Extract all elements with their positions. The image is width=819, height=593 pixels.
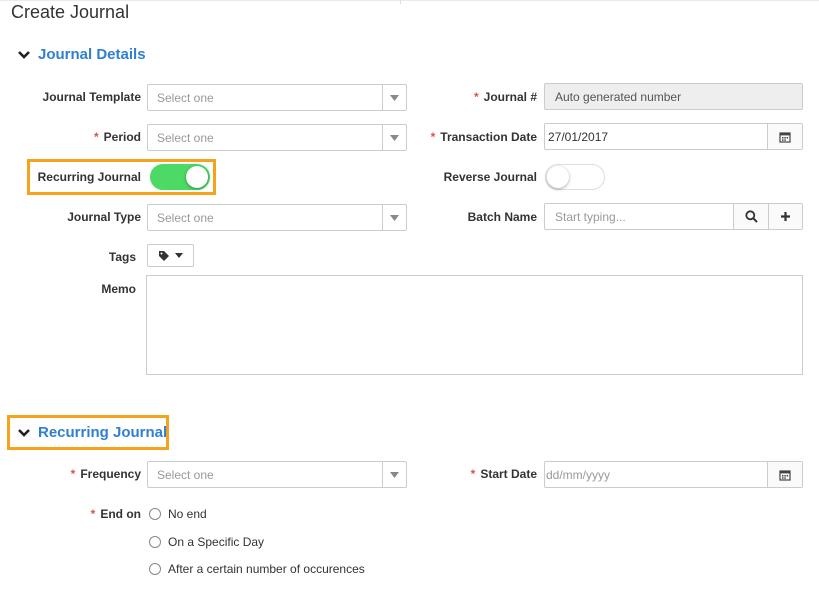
batch-name-label: Batch Name: [467, 210, 537, 224]
section-recurring-journal[interactable]: Recurring Journal: [17, 424, 167, 441]
radio-label: No end: [168, 507, 207, 521]
caret-down-icon: [175, 253, 183, 258]
journal-number-label: * Journal #: [420, 90, 537, 104]
memo-label: Memo: [101, 282, 136, 296]
radio-label: On a Specific Day: [168, 535, 265, 549]
chevron-down-icon: [18, 50, 30, 59]
tags-dropdown-button[interactable]: [147, 244, 194, 267]
end-on-label-text: End on: [100, 507, 141, 521]
radio-label: After a certain number of occurences: [168, 562, 365, 576]
recurring-journal-label: Recurring Journal: [37, 170, 141, 184]
recurring-journal-toggle[interactable]: [150, 164, 210, 190]
required-marker: *: [470, 467, 476, 481]
select-placeholder: Select one: [157, 130, 214, 145]
journal-number-field: Auto generated number: [544, 83, 803, 110]
end-on-label: * End on: [20, 507, 141, 521]
required-marker: *: [430, 130, 436, 144]
required-marker: *: [90, 507, 96, 521]
top-border: [0, 0, 819, 1]
required-marker: *: [70, 467, 76, 481]
reverse-journal-toggle[interactable]: [545, 164, 605, 190]
frequency-select[interactable]: Select one: [147, 461, 407, 488]
select-placeholder: Select one: [157, 467, 214, 482]
transaction-date-label: * Transaction Date: [400, 130, 537, 144]
toggle-knob: [547, 166, 569, 188]
frequency-label: * Frequency: [20, 467, 141, 481]
radio-button[interactable]: [149, 536, 161, 548]
start-date-label: * Start Date: [400, 467, 537, 481]
radio-button[interactable]: [149, 508, 161, 520]
journal-template-label: Journal Template: [42, 90, 141, 104]
start-date-input[interactable]: dd/mm/yyyy: [544, 461, 803, 488]
batch-name-input[interactable]: Start typing...: [544, 203, 803, 230]
frequency-label-text: Frequency: [80, 467, 141, 481]
required-marker: *: [93, 130, 99, 144]
journal-type-select[interactable]: Select one: [147, 204, 407, 231]
section-heading-label: Journal Details: [38, 46, 146, 63]
chevron-down-icon: [18, 428, 30, 437]
select-placeholder: Select one: [157, 90, 214, 105]
batch-name-placeholder: Start typing...: [555, 209, 626, 224]
reverse-journal-label: Reverse Journal: [443, 170, 537, 184]
radio-option-occurrences[interactable]: After a certain number of occurences: [149, 562, 365, 576]
memo-textarea[interactable]: [146, 275, 803, 375]
calendar-icon[interactable]: [767, 124, 802, 149]
top-divider-tick: [400, 0, 401, 4]
transaction-date-value: 27/01/2017: [548, 129, 609, 144]
period-label: * Period: [20, 130, 141, 144]
page-title: Create Journal: [11, 2, 130, 22]
start-date-placeholder: dd/mm/yyyy: [546, 467, 611, 482]
search-icon[interactable]: [733, 204, 768, 229]
section-heading-label: Recurring Journal: [38, 424, 168, 441]
journal-number-label-text: Journal #: [483, 90, 537, 104]
caret-down-icon: [382, 85, 406, 110]
period-select[interactable]: Select one: [147, 124, 407, 151]
required-marker: *: [473, 90, 479, 104]
select-placeholder: Select one: [157, 210, 214, 225]
plus-icon[interactable]: [768, 204, 802, 229]
journal-type-label: Journal Type: [67, 210, 141, 224]
transaction-date-label-text: Transaction Date: [440, 130, 537, 144]
start-date-label-text: Start Date: [480, 467, 537, 481]
toggle-knob: [186, 166, 208, 188]
radio-option-specific-day[interactable]: On a Specific Day: [149, 535, 264, 549]
section-journal-details[interactable]: Journal Details: [17, 46, 146, 63]
journal-template-select[interactable]: Select one: [147, 84, 407, 111]
tag-icon: [159, 250, 169, 261]
period-label-text: Period: [103, 130, 141, 144]
transaction-date-input[interactable]: 27/01/2017: [544, 123, 803, 150]
radio-button[interactable]: [149, 563, 161, 575]
calendar-icon[interactable]: [767, 462, 802, 487]
radio-option-no-end[interactable]: No end: [149, 507, 207, 521]
tags-label: Tags: [108, 250, 136, 264]
